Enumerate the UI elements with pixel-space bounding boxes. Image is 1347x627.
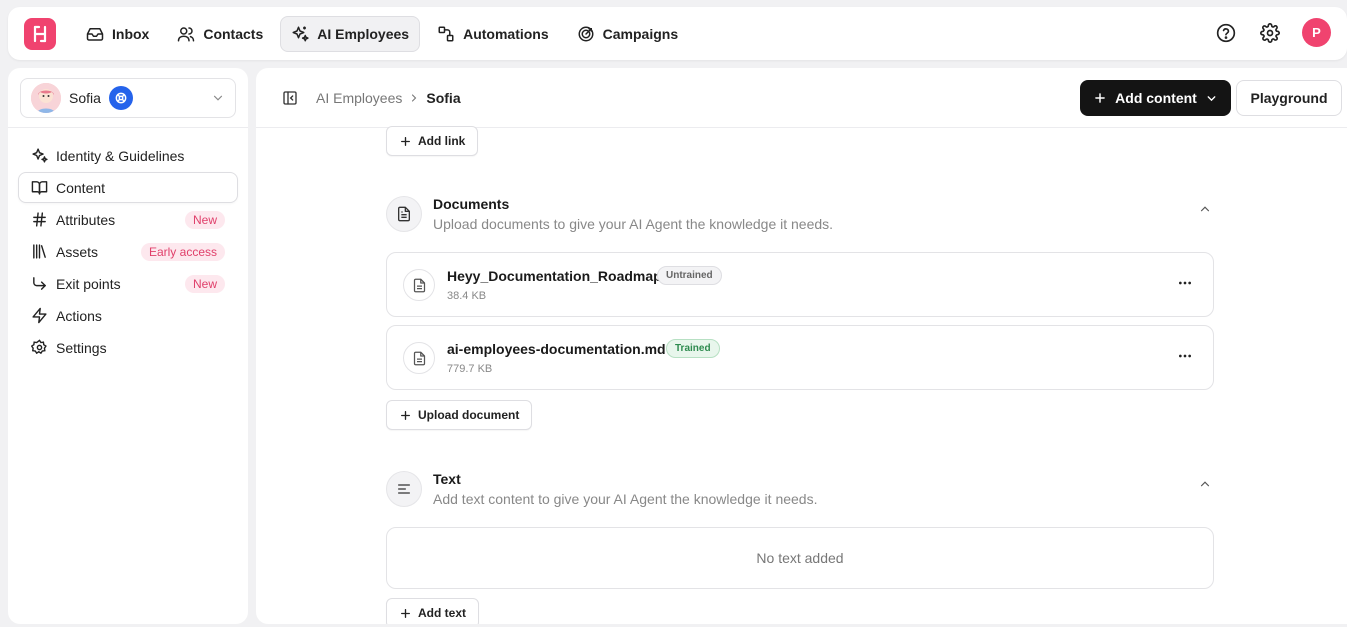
- sidebar-item-label: Settings: [56, 339, 107, 356]
- hash-icon: [31, 211, 48, 228]
- sidebar: Sofia Identity & Guidelines Content Attr…: [8, 68, 248, 624]
- add-link-label: Add link: [418, 134, 466, 148]
- contacts-icon: [177, 25, 195, 43]
- sidebar-item-label: Assets: [56, 243, 99, 260]
- agent-avatar: [31, 83, 61, 113]
- plus-icon: [399, 409, 412, 422]
- nav-contacts-label: Contacts: [203, 26, 264, 42]
- library-icon: [31, 243, 48, 260]
- sidebar-item-label: Actions: [56, 307, 102, 324]
- documents-description: Upload documents to give your AI Agent t…: [433, 216, 834, 232]
- chevron-up-icon[interactable]: [1198, 202, 1212, 216]
- chevron-down-icon: [211, 91, 225, 105]
- plus-icon: [1093, 91, 1107, 105]
- nav-automations-label: Automations: [463, 26, 549, 42]
- automations-icon: [437, 25, 455, 43]
- add-text-label: Add text: [418, 606, 466, 620]
- gear-icon[interactable]: [1258, 21, 1282, 45]
- document-name: ai-employees-documentation.md: [447, 341, 666, 357]
- status-badge: Untrained: [657, 266, 722, 285]
- plus-icon: [399, 135, 412, 148]
- gear-icon: [31, 339, 48, 356]
- sparkles-icon: [31, 147, 48, 164]
- nav-ai-employees-label: AI Employees: [317, 26, 410, 42]
- user-avatar[interactable]: P: [1302, 18, 1331, 47]
- add-content-label: Add content: [1115, 90, 1197, 106]
- text-section-header: Text Add text content to give your AI Ag…: [386, 471, 1214, 511]
- sidebar-item-identity-guidelines[interactable]: Identity & Guidelines: [18, 140, 238, 171]
- breadcrumb-ai-employees[interactable]: AI Employees: [316, 90, 402, 106]
- breadcrumb-current: Sofia: [426, 90, 461, 106]
- breadcrumb: AI Employees Sofia: [316, 90, 461, 106]
- main-header: AI Employees Sofia Add content Playgroun…: [256, 68, 1347, 128]
- documents-section-header: Documents Upload documents to give your …: [386, 196, 1214, 236]
- nav-campaigns[interactable]: Campaigns: [566, 16, 689, 52]
- sidebar-item-label: Identity & Guidelines: [56, 147, 185, 164]
- nav-inbox-label: Inbox: [112, 26, 150, 42]
- upload-document-button[interactable]: Upload document: [386, 400, 533, 430]
- nav-campaigns-label: Campaigns: [602, 26, 679, 42]
- zap-icon: [31, 307, 48, 324]
- document-size: 779.7 KB: [447, 363, 493, 375]
- sidebar-menu: Identity & Guidelines Content Attributes…: [18, 140, 238, 364]
- add-content-button[interactable]: Add content: [1080, 80, 1231, 116]
- sidebar-item-label: Content: [56, 179, 106, 196]
- text-title: Text: [433, 471, 461, 487]
- add-link-button[interactable]: Add link: [386, 126, 479, 156]
- nav-ai-employees[interactable]: AI Employees: [280, 16, 421, 52]
- sidebar-item-label: Exit points: [56, 275, 121, 292]
- chevron-right-icon: [408, 92, 420, 104]
- documents-title: Documents: [433, 196, 510, 212]
- file-icon: [403, 269, 435, 301]
- book-icon: [31, 179, 48, 196]
- more-horizontal-icon[interactable]: [1177, 275, 1193, 291]
- status-badge: Trained: [666, 339, 720, 358]
- inbox-icon: [86, 25, 104, 43]
- document-card[interactable]: Heyy_Documentation_Roadmap Untrained 38.…: [386, 252, 1214, 317]
- agent-name: Sofia: [69, 90, 101, 106]
- agent-badge-icon: [108, 86, 133, 110]
- chevron-down-icon: [1205, 92, 1218, 105]
- playground-button[interactable]: Playground: [1236, 80, 1342, 116]
- sidebar-item-assets[interactable]: Assets Early access: [18, 236, 238, 267]
- sidebar-item-label: Attributes: [56, 211, 116, 228]
- nav-contacts[interactable]: Contacts: [166, 16, 274, 52]
- text-empty-state: No text added: [386, 527, 1214, 589]
- document-name: Heyy_Documentation_Roadmap: [447, 268, 662, 284]
- chevron-up-icon[interactable]: [1198, 477, 1212, 491]
- upload-document-label: Upload document: [418, 408, 520, 422]
- sidebar-item-content[interactable]: Content: [18, 172, 238, 203]
- sidebar-collapse-icon[interactable]: [282, 90, 298, 106]
- help-icon[interactable]: [1214, 21, 1238, 45]
- sparkles-icon: [291, 25, 309, 43]
- file-icon: [403, 342, 435, 374]
- sidebar-item-exit-points[interactable]: Exit points New: [18, 268, 238, 299]
- plus-icon: [399, 607, 412, 620]
- nav-automations[interactable]: Automations: [426, 16, 560, 52]
- early-access-badge: Early access: [140, 242, 225, 261]
- sidebar-item-settings[interactable]: Settings: [18, 332, 238, 363]
- text-description: Add text content to give your AI Agent t…: [433, 491, 818, 507]
- document-size: 38.4 KB: [447, 290, 487, 302]
- sidebar-divider: [8, 127, 248, 128]
- sidebar-item-actions[interactable]: Actions: [18, 300, 238, 331]
- top-navigation-bar: Inbox Contacts AI Employees Automations …: [8, 7, 1347, 60]
- new-badge: New: [184, 210, 225, 229]
- align-left-icon: [386, 471, 422, 507]
- new-badge: New: [184, 274, 225, 293]
- main-panel: AI Employees Sofia Add content Playgroun…: [256, 68, 1347, 624]
- agent-selector[interactable]: Sofia: [20, 78, 236, 118]
- corner-down-right-icon: [31, 275, 48, 292]
- brand-logo-icon[interactable]: [24, 18, 56, 50]
- campaigns-icon: [577, 25, 595, 43]
- sidebar-item-attributes[interactable]: Attributes New: [18, 204, 238, 235]
- more-horizontal-icon[interactable]: [1177, 348, 1193, 364]
- nav-inbox[interactable]: Inbox: [75, 16, 160, 52]
- document-icon: [386, 196, 422, 232]
- add-text-button[interactable]: Add text: [386, 598, 479, 624]
- document-card[interactable]: ai-employees-documentation.md Trained 77…: [386, 325, 1214, 390]
